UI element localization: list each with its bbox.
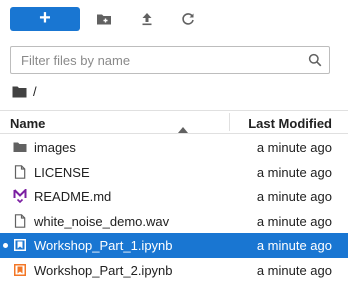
file-list-header: Name Last Modified xyxy=(0,110,348,134)
name-column-header[interactable]: Name xyxy=(10,116,45,131)
file-browser-toolbar: + xyxy=(0,0,348,38)
file-name: white_noise_demo.wav xyxy=(34,213,170,229)
file-icon xyxy=(13,164,27,179)
plus-icon: + xyxy=(39,7,51,29)
refresh-icon[interactable] xyxy=(180,11,196,27)
last-modified-column-header[interactable]: Last Modified xyxy=(248,116,332,131)
markdown-icon xyxy=(13,187,27,204)
list-item[interactable]: README.md a minute ago xyxy=(0,184,348,209)
list-item[interactable]: images a minute ago xyxy=(0,135,348,160)
new-folder-icon[interactable] xyxy=(96,11,112,27)
file-modified: a minute ago xyxy=(256,213,332,229)
upload-icon[interactable] xyxy=(139,11,155,27)
filter-box xyxy=(10,46,330,74)
list-item-selected[interactable]: Workshop_Part_1.ipynb a minute ago xyxy=(0,233,348,258)
file-modified: a minute ago xyxy=(256,164,332,180)
file-name: Workshop_Part_2.ipynb xyxy=(34,262,173,278)
home-folder-icon[interactable] xyxy=(12,85,27,98)
filter-files-input[interactable] xyxy=(11,47,301,73)
file-name: LICENSE xyxy=(34,164,90,180)
notebook-icon xyxy=(13,238,27,252)
list-item[interactable]: white_noise_demo.wav a minute ago xyxy=(0,209,348,234)
file-modified: a minute ago xyxy=(256,262,332,278)
search-icon xyxy=(308,53,322,67)
new-launcher-button[interactable]: + xyxy=(10,7,80,31)
file-name: README.md xyxy=(34,189,112,205)
breadcrumb: / xyxy=(12,82,37,100)
file-modified: a minute ago xyxy=(256,189,332,205)
list-item[interactable]: LICENSE a minute ago xyxy=(0,160,348,185)
file-list: images a minute ago LICENSE a minute ago… xyxy=(0,135,348,283)
column-divider[interactable] xyxy=(229,113,230,131)
list-item[interactable]: Workshop_Part_2.ipynb a minute ago xyxy=(0,258,348,283)
file-modified: a minute ago xyxy=(256,238,332,254)
file-icon xyxy=(13,213,27,228)
running-indicator-icon xyxy=(3,243,8,249)
notebook-icon xyxy=(13,263,27,277)
file-modified: a minute ago xyxy=(256,140,332,155)
file-name: images xyxy=(34,140,76,155)
breadcrumb-root[interactable]: / xyxy=(33,84,37,99)
folder-icon xyxy=(13,140,27,154)
file-name: Workshop_Part_1.ipynb xyxy=(34,238,173,254)
sort-ascending-icon[interactable] xyxy=(178,120,188,133)
